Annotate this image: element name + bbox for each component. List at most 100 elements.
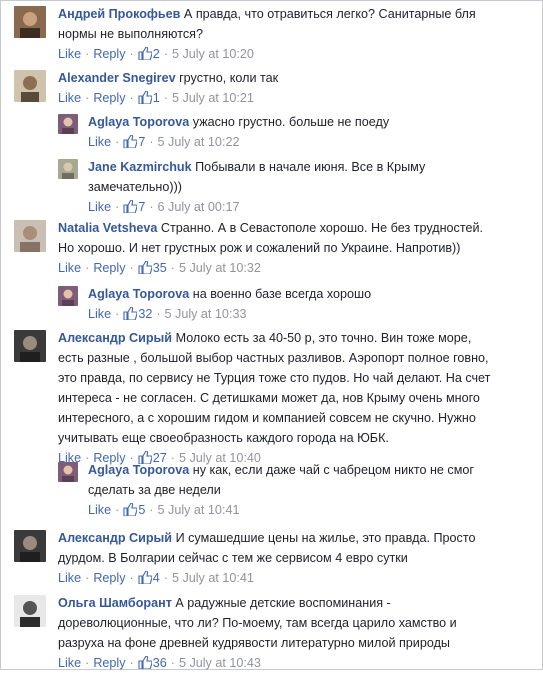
comment-text: Ольга Шамборант А радужные детские воспо… bbox=[58, 593, 538, 653]
author-link[interactable]: Aglaya Toporova bbox=[88, 463, 189, 477]
avatar[interactable] bbox=[58, 462, 78, 482]
separator: · bbox=[149, 503, 154, 517]
timestamp[interactable]: 5 July at 10:41 bbox=[158, 503, 240, 517]
avatar-photo-icon bbox=[14, 6, 46, 38]
separator: · bbox=[129, 47, 134, 61]
thumbs-up-icon[interactable] bbox=[123, 502, 138, 522]
comment-line: интереса - не согласен. С детишками може… bbox=[58, 391, 480, 405]
separator: · bbox=[149, 200, 154, 214]
like-link[interactable]: Like bbox=[88, 503, 111, 517]
thumbs-up-icon[interactable] bbox=[123, 199, 138, 219]
author-link[interactable]: Андрей Прокофьев bbox=[58, 7, 180, 21]
thumbs-up-icon[interactable] bbox=[123, 306, 138, 326]
separator: · bbox=[115, 200, 120, 214]
avatar[interactable] bbox=[14, 595, 46, 627]
comment-actions: Like · Reply · 36 · 5 July at 10:43 bbox=[58, 653, 538, 675]
avatar[interactable] bbox=[58, 114, 78, 134]
comment-line: Странно. А в Севастополе хорошо. Не без … bbox=[160, 221, 483, 235]
author-link[interactable]: Александр Сирый bbox=[58, 531, 172, 545]
author-link[interactable]: Ольга Шамборант bbox=[58, 596, 172, 610]
thumbs-up-icon[interactable] bbox=[123, 134, 138, 154]
reply-link[interactable]: Reply bbox=[93, 571, 125, 585]
avatar[interactable] bbox=[14, 220, 46, 252]
separator: · bbox=[115, 503, 120, 517]
separator: · bbox=[85, 91, 90, 105]
like-link[interactable]: Like bbox=[88, 307, 111, 321]
separator: · bbox=[115, 135, 120, 149]
author-link[interactable]: Aglaya Toporova bbox=[88, 287, 189, 301]
avatar[interactable] bbox=[58, 286, 78, 306]
comment-actions: Like · 5 · 5 July at 10:41 bbox=[88, 500, 528, 522]
timestamp[interactable]: 5 July at 10:20 bbox=[172, 47, 254, 61]
comment-actions: Like · 32 · 5 July at 10:33 bbox=[88, 304, 528, 326]
avatar-photo-icon bbox=[14, 70, 46, 102]
comment-line: ну как, если даже чай с чабрецом никто н… bbox=[192, 463, 474, 477]
avatar-photo-icon bbox=[58, 462, 78, 482]
comment-text: Александр Сирый Молоко есть за 40-50 р, … bbox=[58, 328, 538, 448]
reply-link[interactable]: Reply bbox=[93, 47, 125, 61]
separator: · bbox=[129, 656, 134, 670]
like-link[interactable]: Like bbox=[88, 200, 111, 214]
comment-line: учитывать еще своеобразность каждого гор… bbox=[58, 431, 389, 445]
thumbs-up-icon[interactable] bbox=[138, 260, 153, 280]
like-link[interactable]: Like bbox=[58, 261, 81, 275]
comment-line: дурдом. В Болгарии сейчас с тем же серви… bbox=[58, 551, 408, 565]
timestamp[interactable]: 5 July at 10:33 bbox=[165, 307, 247, 321]
comment-actions: Like · 7 · 5 July at 10:22 bbox=[88, 132, 528, 154]
comment-text: Alexander Snegirev грустно, коли так bbox=[58, 68, 528, 88]
like-link[interactable]: Like bbox=[58, 47, 81, 61]
like-link[interactable]: Like bbox=[58, 656, 81, 670]
like-link[interactable]: Like bbox=[58, 91, 81, 105]
avatar[interactable] bbox=[14, 530, 46, 562]
timestamp[interactable]: 5 July at 10:32 bbox=[179, 261, 261, 275]
reply-link[interactable]: Reply bbox=[93, 261, 125, 275]
timestamp[interactable]: 5 July at 10:22 bbox=[158, 135, 240, 149]
separator: · bbox=[163, 91, 168, 105]
comment-text: Natalia Vetsheva Странно. А в Севастопол… bbox=[58, 218, 538, 258]
comment-text: Aglaya Toporova ну как, если даже чай с … bbox=[88, 460, 528, 500]
timestamp[interactable]: 5 July at 10:43 bbox=[179, 656, 261, 670]
comment-line: А радужные детские воспоминания - bbox=[175, 596, 391, 610]
like-count[interactable]: 35 bbox=[153, 261, 167, 275]
like-count[interactable]: 32 bbox=[138, 307, 152, 321]
timestamp[interactable]: 5 July at 10:21 bbox=[172, 91, 254, 105]
like-count[interactable]: 2 bbox=[153, 47, 160, 61]
avatar-photo-icon bbox=[58, 114, 78, 134]
like-count[interactable]: 4 bbox=[153, 571, 160, 585]
thumbs-up-icon[interactable] bbox=[138, 570, 153, 590]
avatar[interactable] bbox=[58, 159, 78, 179]
comment-line: сделать за две недели bbox=[88, 483, 221, 497]
avatar-photo-icon bbox=[14, 220, 46, 252]
author-link[interactable]: Alexander Snegirev bbox=[58, 71, 176, 85]
like-link[interactable]: Like bbox=[58, 571, 81, 585]
comment-line: интересного, а с хорошим гидом и компани… bbox=[58, 411, 476, 425]
comment-text: Jane Kazmirchuk Побывали в начале июня. … bbox=[88, 157, 528, 197]
like-link[interactable]: Like bbox=[88, 135, 111, 149]
reply-link[interactable]: Reply bbox=[93, 91, 125, 105]
reply-link[interactable]: Reply bbox=[93, 656, 125, 670]
avatar-photo-icon bbox=[14, 330, 46, 362]
avatar[interactable] bbox=[14, 330, 46, 362]
avatar[interactable] bbox=[14, 70, 46, 102]
author-link[interactable]: Natalia Vetsheva bbox=[58, 221, 157, 235]
thumbs-up-icon[interactable] bbox=[138, 655, 153, 675]
like-count[interactable]: 36 bbox=[153, 656, 167, 670]
author-link[interactable]: Александр Сирый bbox=[58, 331, 172, 345]
comment-text: Андрей Прокофьев А правда, что отравитьс… bbox=[58, 4, 528, 44]
avatar-photo-icon bbox=[58, 159, 78, 179]
author-link[interactable]: Jane Kazmirchuk bbox=[88, 160, 192, 174]
author-link[interactable]: Aglaya Toporova bbox=[88, 115, 189, 129]
comment-line: дореволюционные, что ли? По-моему, там в… bbox=[58, 616, 457, 630]
separator: · bbox=[149, 135, 154, 149]
like-count[interactable]: 1 bbox=[153, 91, 160, 105]
separator: · bbox=[85, 261, 90, 275]
timestamp[interactable]: 6 July at 00:17 bbox=[158, 200, 240, 214]
thumbs-up-icon[interactable] bbox=[138, 46, 153, 66]
separator: · bbox=[156, 307, 161, 321]
separator: · bbox=[170, 656, 175, 670]
timestamp[interactable]: 5 July at 10:41 bbox=[172, 571, 254, 585]
avatar[interactable] bbox=[14, 6, 46, 38]
thumbs-up-icon[interactable] bbox=[138, 90, 153, 110]
separator: · bbox=[85, 47, 90, 61]
avatar-photo-icon bbox=[14, 595, 46, 627]
